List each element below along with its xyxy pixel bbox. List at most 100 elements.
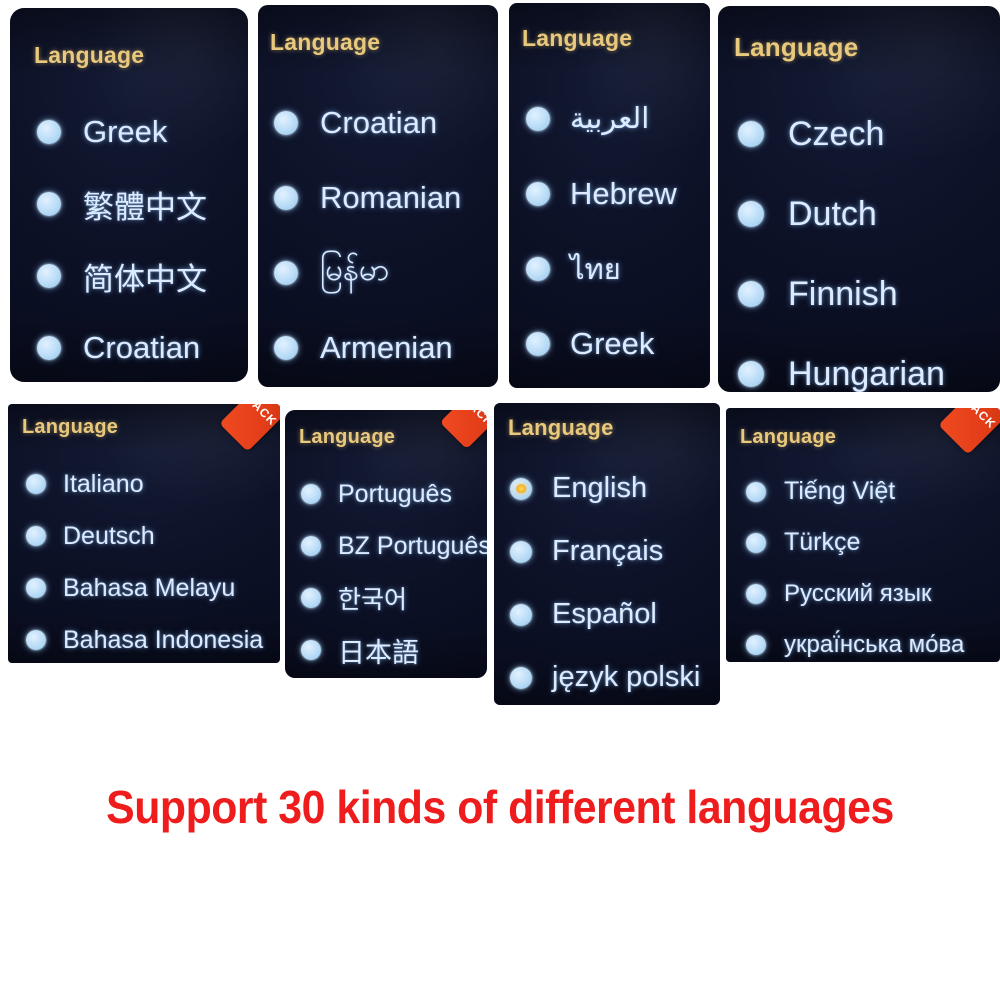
language-label: 简体中文 [83, 261, 207, 297]
panel-title: Language [734, 32, 859, 62]
radio-icon[interactable] [738, 121, 764, 147]
radio-icon[interactable] [746, 532, 766, 553]
language-label: BZ Português [338, 531, 487, 560]
language-option[interactable]: 日本語 [285, 624, 487, 676]
language-label: Türkçe [784, 528, 861, 556]
language-label: Tiếng Việt [784, 477, 896, 505]
language-option[interactable]: Deutsch [8, 510, 280, 562]
radio-icon[interactable] [746, 583, 766, 604]
language-option[interactable]: Français [494, 520, 720, 583]
language-option[interactable]: Finnish [718, 254, 1000, 334]
radio-icon[interactable] [746, 481, 766, 502]
language-screen-1: Language Greek 繁體中文 简体中文 Croatian [10, 8, 248, 382]
language-option[interactable]: Italiano [8, 458, 280, 510]
radio-icon[interactable] [37, 192, 61, 216]
language-option[interactable]: English [494, 457, 720, 520]
radio-icon[interactable] [510, 477, 532, 500]
panel-title: Language [299, 426, 396, 448]
radio-icon[interactable] [37, 336, 61, 360]
back-button[interactable]: BACK [938, 408, 1000, 455]
panel-title: Language [740, 426, 837, 448]
language-option[interactable]: język polski [494, 646, 720, 705]
language-list: Italiano Deutsch Bahasa Melayu Bahasa In… [8, 458, 280, 663]
language-option[interactable]: Tiếng Việt [726, 466, 1000, 517]
radio-icon[interactable] [301, 536, 321, 556]
language-label: Español [552, 598, 657, 630]
radio-icon[interactable] [301, 588, 321, 608]
radio-icon[interactable] [37, 264, 61, 288]
radio-icon[interactable] [738, 281, 764, 307]
radio-icon[interactable] [301, 640, 321, 660]
radio-icon[interactable] [526, 106, 550, 131]
language-label: Greek [570, 325, 655, 361]
language-option[interactable]: Русский язык [726, 568, 1000, 619]
panel-title: Language [22, 416, 119, 438]
radio-icon[interactable] [26, 526, 46, 546]
language-option[interactable]: 한국어 [285, 572, 487, 624]
language-label: English [552, 472, 648, 504]
radio-icon[interactable] [301, 484, 321, 504]
language-label: ไทย [570, 253, 621, 286]
radio-icon[interactable] [274, 335, 298, 360]
language-option[interactable]: Greek [509, 306, 710, 381]
language-option[interactable]: မြန်မာ [258, 235, 498, 310]
promo-caption: Support 30 kinds of different languages [106, 781, 894, 833]
language-option[interactable]: украї́нська мо́ва [726, 619, 1000, 662]
language-option[interactable]: 简体中文 [10, 240, 248, 312]
radio-icon[interactable] [274, 185, 298, 210]
radio-icon[interactable] [738, 361, 764, 387]
language-option[interactable]: Croatian [258, 85, 498, 160]
language-option[interactable]: Bahasa Melayu [8, 562, 280, 614]
language-option[interactable]: Greek [10, 96, 248, 168]
radio-icon[interactable] [26, 474, 46, 494]
radio-icon[interactable] [274, 110, 298, 135]
language-label: Hungarian [788, 354, 945, 393]
language-label: Italiano [63, 469, 144, 498]
language-label: Bahasa Indonesia [63, 625, 264, 654]
language-option[interactable]: Español [494, 583, 720, 646]
language-label: العربية [570, 103, 650, 135]
radio-icon[interactable] [526, 331, 550, 356]
language-label: Português [338, 479, 452, 508]
back-button[interactable]: BACK [439, 410, 487, 450]
radio-icon[interactable] [37, 120, 61, 144]
language-option[interactable]: Romanian [258, 160, 498, 235]
language-option[interactable]: Dutch [718, 174, 1000, 254]
language-option[interactable]: Português [285, 468, 487, 520]
back-button[interactable]: BACK [219, 404, 280, 452]
radio-icon[interactable] [526, 181, 550, 206]
language-option[interactable]: BZ Português [285, 520, 487, 572]
radio-icon[interactable] [510, 603, 532, 626]
panel-title: Language [270, 29, 381, 55]
language-option[interactable]: Croatian [10, 312, 248, 382]
radio-icon[interactable] [274, 260, 298, 285]
panel-title: Language [508, 415, 614, 440]
language-screen-8: BACK Language Tiếng Việt Türkçe Русский … [726, 408, 1000, 662]
language-label: Armenian [320, 329, 453, 365]
language-label: Hebrew [570, 175, 677, 211]
language-option[interactable]: Armenian [258, 310, 498, 385]
language-list: العربية Hebrew ไทย Greek [509, 81, 710, 381]
language-label: Dutch [788, 194, 877, 233]
radio-icon[interactable] [26, 630, 46, 650]
radio-icon[interactable] [26, 578, 46, 598]
language-option[interactable]: 繁體中文 [10, 168, 248, 240]
language-option[interactable]: ไทย [509, 231, 710, 306]
language-option[interactable]: Bahasa Indonesia [8, 614, 280, 663]
radio-icon[interactable] [510, 666, 532, 689]
language-list: Czech Dutch Finnish Hungarian [718, 94, 1000, 392]
radio-icon[interactable] [746, 634, 766, 655]
language-option[interactable]: Czech [718, 94, 1000, 174]
language-label: Bahasa Melayu [63, 573, 236, 602]
language-label: Croatian [320, 104, 438, 140]
radio-icon[interactable] [738, 201, 764, 227]
language-label: Romanian [320, 179, 462, 215]
language-label: Deutsch [63, 521, 155, 550]
language-option[interactable]: Hungarian [718, 334, 1000, 392]
language-label: Czech [788, 114, 885, 153]
language-option[interactable]: Türkçe [726, 517, 1000, 568]
radio-icon[interactable] [526, 256, 550, 281]
language-option[interactable]: Hebrew [509, 156, 710, 231]
radio-icon[interactable] [510, 540, 532, 563]
language-option[interactable]: العربية [509, 81, 710, 156]
